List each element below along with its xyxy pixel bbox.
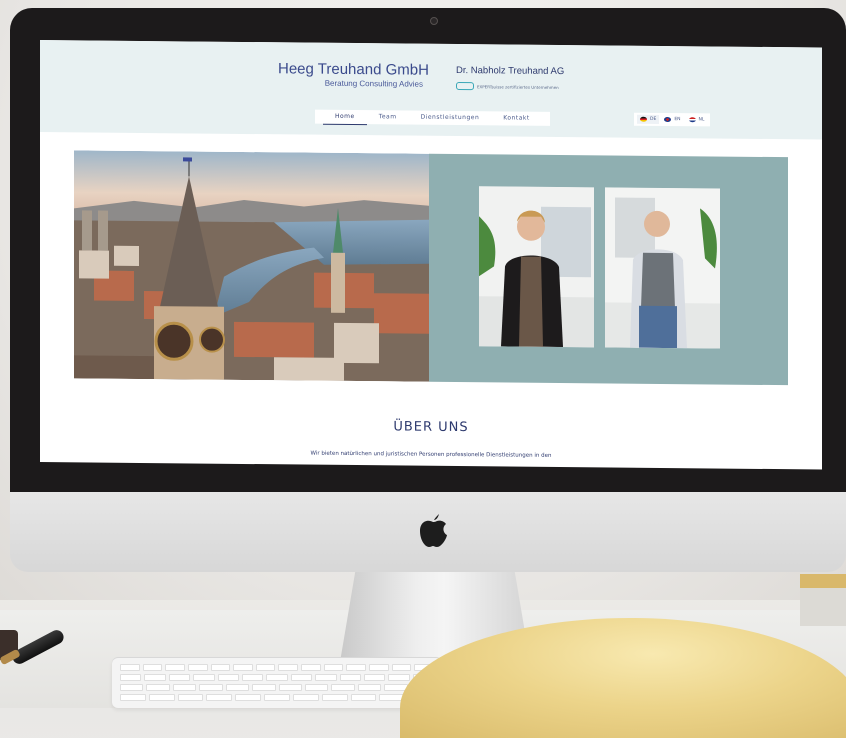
lang-en[interactable]: EN (661, 115, 683, 124)
main-nav: Home Team Dienstleistungen Kontakt (315, 109, 550, 126)
lang-nl-label: NL (698, 117, 705, 123)
partner-note-text: EXPERTsuisse zertifiziertes Unternehmen (477, 83, 559, 90)
partner-brand[interactable]: Dr. Nabholz Treuhand AG EXPERTsuisse zer… (456, 65, 564, 91)
partner-note: EXPERTsuisse zertifiziertes Unternehmen (456, 81, 564, 91)
german-flag-icon (640, 116, 647, 122)
hero-city-photo (74, 150, 429, 382)
nav-team[interactable]: Team (367, 110, 409, 124)
keyboard-image (112, 658, 442, 708)
brand-title: Heeg Treuhand GmbH (278, 60, 429, 79)
expertsuisse-icon (456, 81, 474, 91)
zurich-cityscape-image (74, 150, 429, 382)
hero-team-panel (429, 153, 788, 386)
portrait-woman-image (479, 186, 594, 348)
brand-subtitle: Beratung Consulting Advies (324, 78, 423, 89)
portrait-man-image (605, 187, 720, 349)
site-header: Heeg Treuhand GmbH Beratung Consulting A… (40, 40, 822, 140)
dutch-flag-icon (688, 117, 696, 123)
lang-de[interactable]: DE (637, 114, 660, 124)
apple-logo-icon (420, 514, 447, 547)
nav-dienstleistungen[interactable]: Dienstleistungen (409, 111, 492, 126)
lang-de-label: DE (650, 116, 657, 122)
uk-flag-icon (664, 116, 672, 123)
lang-nl[interactable]: NL (686, 115, 708, 124)
about-title: ÜBER UNS (393, 419, 469, 436)
nav-kontakt[interactable]: Kontakt (491, 111, 541, 125)
about-text: Wir bieten natürlichen und juristischen … (310, 450, 552, 459)
website-screen: Heeg Treuhand GmbH Beratung Consulting A… (40, 40, 822, 470)
camera-icon (430, 17, 438, 25)
nav-home[interactable]: Home (323, 109, 367, 125)
lang-en-label: EN (674, 117, 681, 123)
brand[interactable]: Heeg Treuhand GmbH Beratung Consulting A… (278, 60, 429, 89)
desk-box-top (800, 574, 846, 588)
language-switcher: DE EN NL (634, 112, 711, 127)
partner-name: Dr. Nabholz Treuhand AG (456, 64, 565, 78)
